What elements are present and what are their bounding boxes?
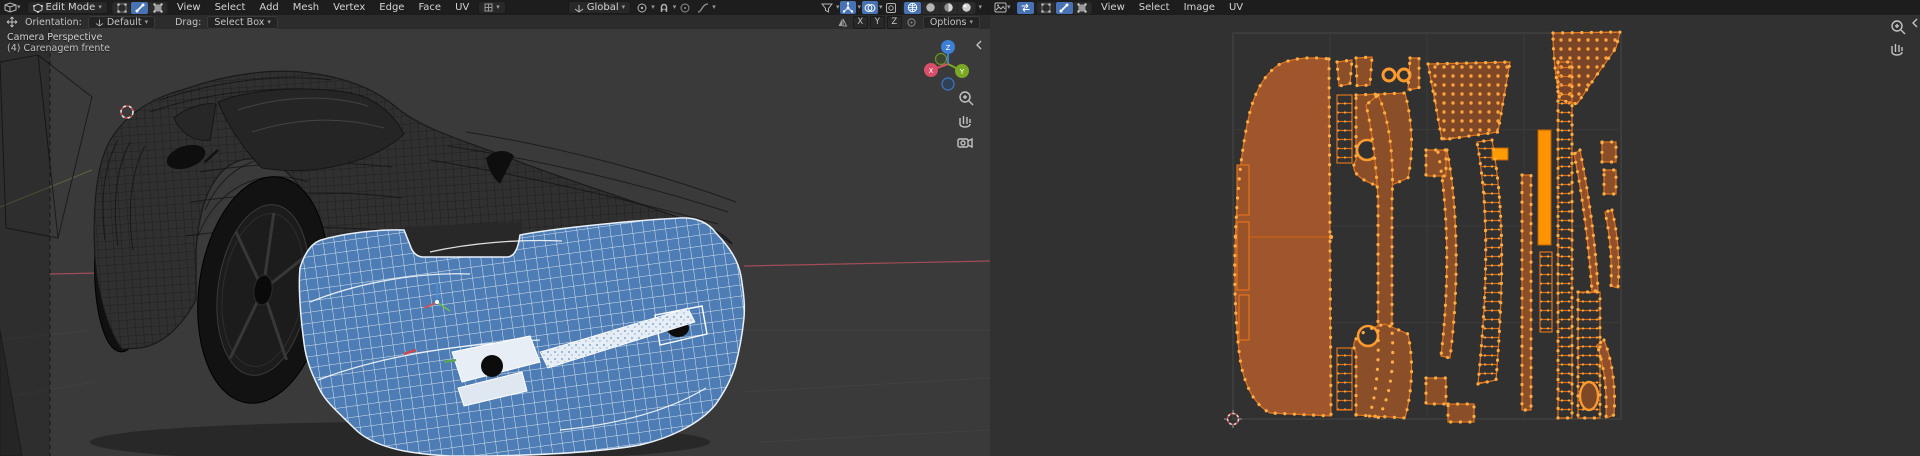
- grid-icon: [484, 3, 493, 12]
- shading-chevron-icon[interactable]: ▾: [978, 4, 982, 11]
- snap-chevron-icon[interactable]: ▾: [673, 4, 677, 11]
- orientation-default-chevron-icon: ▾: [144, 17, 149, 26]
- tool-options-group: X Y Z Options ▾: [834, 15, 982, 29]
- orientation-icon: [95, 19, 104, 26]
- gizmos-chevron-icon[interactable]: ▾: [857, 4, 861, 11]
- gizmo-x-label[interactable]: X: [929, 67, 934, 75]
- orientation-axes-icon: [574, 4, 584, 12]
- tweak-tool-icon[interactable]: [4, 16, 20, 29]
- visibility-filter-button[interactable]: [819, 1, 835, 14]
- xray-toggle-button[interactable]: [883, 1, 899, 14]
- orientation-value: Global: [586, 2, 619, 13]
- uv-editor-header: ▾ View Select Image UV: [990, 0, 1920, 15]
- viewport-display-controls: ▾ ▾ ▾ ▾: [818, 1, 982, 14]
- options-dropdown[interactable]: Options ▾: [922, 15, 980, 29]
- selected-bumper[interactable]: [298, 217, 746, 456]
- overlays-chevron-icon[interactable]: ▾: [879, 4, 883, 11]
- rendered-shading-button[interactable]: [957, 1, 975, 14]
- overlays-toggle-button[interactable]: [861, 1, 878, 14]
- proportional-chevron-icon[interactable]: ▾: [712, 4, 716, 11]
- blender-window: ▾ Edit Mode ▾ View Select Add Mesh Verte…: [0, 0, 1920, 456]
- gizmo-z-label[interactable]: Z: [946, 44, 951, 52]
- pivot-chevron-icon[interactable]: ▾: [651, 4, 655, 11]
- snap-options-icon[interactable]: [904, 16, 920, 29]
- shading-mode-buttons: [902, 1, 977, 14]
- gizmos-toggle-button[interactable]: [840, 1, 857, 14]
- editor-type-image-icon[interactable]: [994, 2, 1007, 13]
- visibility-chevron-icon[interactable]: ▾: [836, 4, 840, 11]
- menu-vertex[interactable]: Vertex: [326, 0, 372, 15]
- material-shading-button[interactable]: [939, 1, 957, 14]
- uv-vertex-select-button[interactable]: [1037, 1, 1055, 14]
- misc-chevron-icon: ▾: [496, 3, 500, 11]
- mode-label: Edit Mode: [45, 2, 96, 13]
- uv-select-mode-buttons: [1036, 1, 1093, 14]
- uv-sync-selection-button[interactable]: [1016, 1, 1034, 14]
- uv-island-bright-bar[interactable]: [1537, 129, 1552, 246]
- drag-mode-dropdown[interactable]: Select Box ▾: [207, 15, 278, 29]
- uv-edge-select-button[interactable]: [1055, 1, 1073, 14]
- menu-view[interactable]: View: [170, 0, 208, 15]
- menu-uv[interactable]: UV: [448, 0, 476, 15]
- vertex-select-button[interactable]: [113, 1, 131, 14]
- tool-settings-bar: Orientation: Default ▾ Drag: Select Box …: [0, 15, 992, 29]
- orientation-default-value: Default: [106, 16, 142, 28]
- drag-mode-value: Select Box: [214, 16, 265, 28]
- edit-mode-cube-icon: [32, 2, 43, 13]
- menu-edge[interactable]: Edge: [372, 0, 411, 15]
- orientation-label: Orientation:: [25, 16, 82, 28]
- mirror-z-toggle[interactable]: Z: [886, 15, 902, 29]
- uv-menu-view[interactable]: View: [1094, 0, 1132, 15]
- mirror-x-toggle[interactable]: X: [852, 15, 868, 29]
- editor-type-3dviewport-icon[interactable]: [4, 2, 17, 13]
- orientation-default-dropdown[interactable]: Default ▾: [87, 15, 156, 29]
- mode-chevron-icon: ▾: [98, 3, 102, 11]
- uv-menu-select[interactable]: Select: [1132, 0, 1177, 15]
- edge-select-button[interactable]: [131, 1, 149, 14]
- mirror-icon: [835, 16, 851, 29]
- face-select-button[interactable]: [149, 1, 167, 14]
- editor-type-chevron-icon[interactable]: ▾: [17, 4, 21, 11]
- viewport3d-header: ▾ Edit Mode ▾ View Select Add Mesh Verte…: [0, 0, 992, 15]
- orientation-dropdown[interactable]: Global ▾: [567, 1, 632, 14]
- uv-editor-canvas[interactable]: [990, 15, 1920, 456]
- snap-magnet-button[interactable]: [656, 1, 672, 14]
- proportional-edit-button[interactable]: [677, 1, 693, 14]
- options-label: Options: [929, 16, 967, 28]
- solid-shading-button[interactable]: [921, 1, 939, 14]
- menu-face[interactable]: Face: [411, 0, 448, 15]
- orientation-chevron-icon: ▾: [621, 3, 626, 11]
- misc-dropdown[interactable]: ▾: [478, 1, 506, 14]
- camera-passepartout: [0, 29, 50, 456]
- uv-menu-image[interactable]: Image: [1177, 0, 1222, 15]
- view-name-overlay: Camera Perspective: [7, 32, 103, 43]
- drag-label: Drag:: [175, 16, 202, 28]
- active-object-overlay: (4) Carenagem frente: [7, 43, 110, 54]
- select-mode-buttons: [111, 1, 168, 14]
- mirror-y-toggle[interactable]: Y: [869, 15, 885, 29]
- menu-select[interactable]: Select: [208, 0, 253, 15]
- falloff-curve-icon[interactable]: [695, 1, 711, 14]
- viewport3d-canvas[interactable]: Z X Y: [0, 29, 990, 456]
- drag-chevron-icon: ▾: [267, 17, 271, 26]
- uv-menu-uv[interactable]: UV: [1222, 0, 1250, 15]
- gizmo-y-label[interactable]: Y: [959, 68, 965, 76]
- mode-dropdown[interactable]: Edit Mode ▾: [26, 1, 108, 14]
- menu-add[interactable]: Add: [252, 0, 285, 15]
- pivot-point-button[interactable]: [634, 1, 650, 14]
- editor-type-uv-chevron-icon[interactable]: ▾: [1007, 4, 1011, 11]
- options-chevron-icon: ▾: [969, 17, 973, 26]
- transform-controls: Global ▾ ▾ ▾ ▾: [566, 1, 716, 14]
- uv-face-select-button[interactable]: [1073, 1, 1091, 14]
- wireframe-shading-button[interactable]: [903, 1, 921, 14]
- menu-mesh[interactable]: Mesh: [286, 0, 326, 15]
